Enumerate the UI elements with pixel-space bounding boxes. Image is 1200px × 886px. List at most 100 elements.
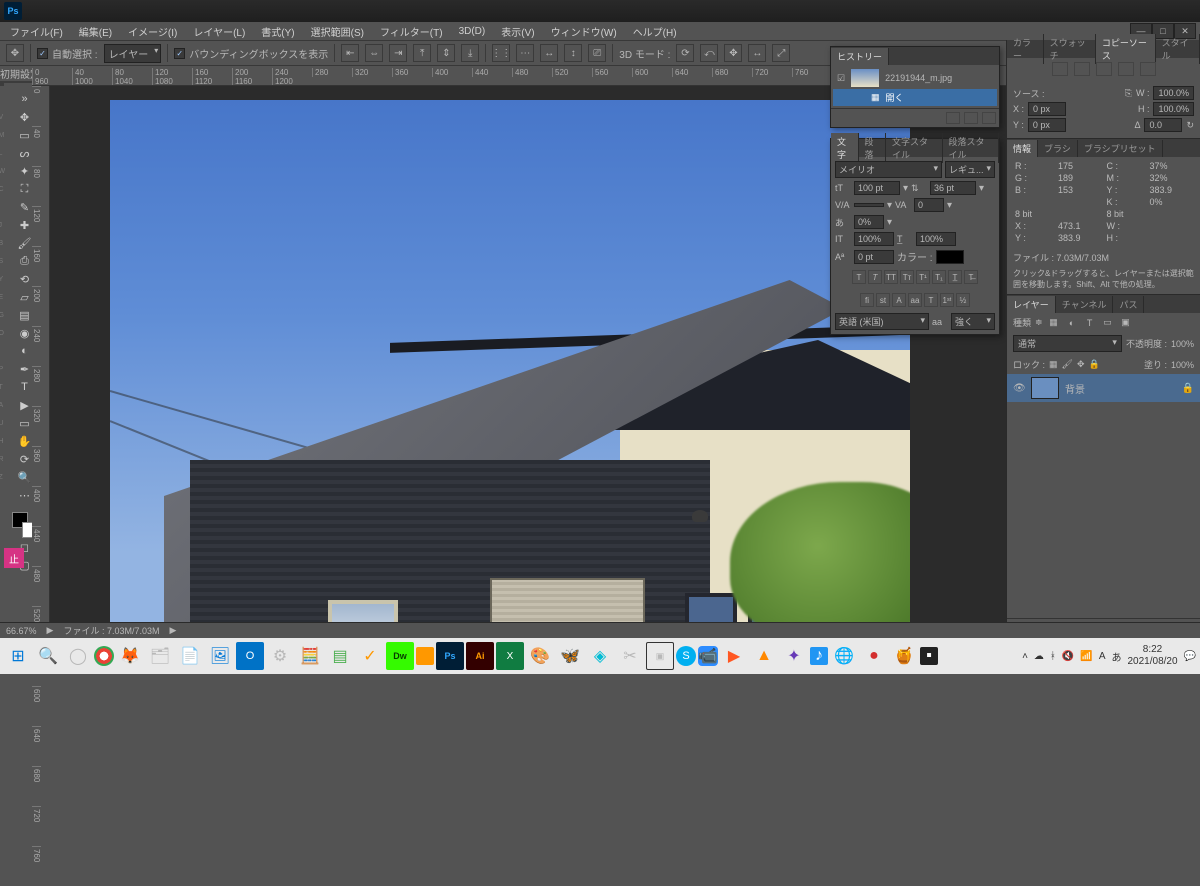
tsume-input[interactable]: 0% — [854, 215, 884, 229]
color-tab[interactable]: カラー — [1007, 34, 1044, 64]
font-family-dropdown[interactable]: メイリオ▾ — [835, 161, 942, 178]
para-style-tab[interactable]: 段落スタイル — [943, 133, 1000, 163]
skype-icon[interactable]: S — [676, 646, 696, 666]
layer-row[interactable]: 👁 背景 🔒 — [1007, 374, 1200, 402]
char-tab[interactable]: 文字 — [831, 133, 859, 163]
chrome-icon[interactable] — [94, 646, 114, 666]
filter-pixel-icon[interactable]: ▦ — [1047, 317, 1061, 329]
start-icon[interactable]: ⊞ — [4, 642, 32, 670]
bold-icon[interactable]: T — [852, 270, 866, 284]
baseline-input[interactable]: 0 pt — [854, 250, 894, 264]
x-input[interactable]: 0 px — [1028, 102, 1066, 116]
ruler-vertical[interactable]: 0408012016020024028032036040044048052056… — [32, 86, 50, 638]
kerning-input[interactable] — [854, 203, 884, 207]
clone-source-2-icon[interactable] — [1074, 62, 1090, 76]
history-step[interactable]: ▦ 開く — [833, 89, 997, 106]
clone-source-4-icon[interactable] — [1118, 62, 1134, 76]
outlook-icon[interactable]: O — [236, 642, 264, 670]
search-icon[interactable]: 🔍 — [34, 642, 62, 670]
font-size-input[interactable]: 100 pt — [854, 181, 900, 195]
style-tab[interactable]: スタイル — [1156, 34, 1200, 64]
tray-chevron-icon[interactable]: ˄ — [1022, 651, 1028, 662]
snip-icon[interactable]: ✂ — [616, 642, 644, 670]
ot-t1-icon[interactable]: T — [924, 293, 938, 307]
layers-tab[interactable]: レイヤー — [1007, 296, 1056, 313]
ot-frac-icon[interactable]: ½ — [956, 293, 970, 307]
explorer-icon[interactable]: 🗂 — [146, 642, 174, 670]
illustrator-icon[interactable]: Ai — [466, 642, 494, 670]
smallcaps-icon[interactable]: Tᴛ — [900, 270, 914, 284]
clone-source-1-icon[interactable] — [1052, 62, 1068, 76]
task-view-icon[interactable]: ◯ — [64, 642, 92, 670]
distribute-spacing-h-icon[interactable]: ↔ — [540, 44, 558, 62]
menu-file[interactable]: ファイル(F) — [4, 22, 69, 41]
notepad-icon[interactable]: 📄 — [176, 642, 204, 670]
w-input[interactable]: 100.0% — [1153, 86, 1194, 100]
info-tab[interactable]: 情報 — [1007, 140, 1038, 157]
ot-st-icon[interactable]: st — [876, 293, 890, 307]
tray-volume-icon[interactable]: 🔇 — [1062, 651, 1074, 662]
delete-icon[interactable] — [982, 112, 996, 124]
opacity-input[interactable]: 100% — [1171, 339, 1194, 349]
auto-select-checkbox[interactable]: ✓ 自動選択 : — [37, 46, 98, 61]
char-style-tab[interactable]: 文字スタイル — [886, 133, 943, 163]
filter-shape-icon[interactable]: ▭ — [1101, 317, 1115, 329]
distribute-v-icon[interactable]: ⋯ — [516, 44, 534, 62]
record-icon[interactable]: ● — [860, 642, 888, 670]
reset-icon[interactable]: ↻ — [1186, 120, 1194, 131]
3d-pan-icon[interactable]: ✥ — [724, 44, 742, 62]
character-panel[interactable]: 文字 段落 文字スタイル 段落スタイル メイリオ▾ レギュ...▾ tT 100… — [830, 138, 1000, 335]
notification-icon[interactable]: 💬 — [1184, 651, 1196, 662]
superscript-icon[interactable]: T¹ — [916, 270, 930, 284]
align-center-v-icon[interactable]: ⇕ — [437, 44, 455, 62]
filter-type-icon[interactable]: T — [1083, 317, 1097, 329]
clock[interactable]: 8:22 2021/08/20 — [1127, 644, 1177, 668]
clone-source-5-icon[interactable] — [1140, 62, 1156, 76]
h-input[interactable]: 100.0% — [1153, 102, 1194, 116]
blend-mode-dropdown[interactable]: 通常▾ — [1013, 335, 1122, 352]
zoom-level[interactable]: 66.67% — [6, 626, 37, 636]
menu-select[interactable]: 選択範囲(S) — [305, 22, 370, 41]
leading-input[interactable]: 36 pt — [930, 181, 976, 195]
photoshop-icon[interactable]: Ps — [436, 642, 464, 670]
menu-layer[interactable]: レイヤー(L) — [187, 22, 251, 41]
vlc-icon[interactable]: ▲ — [750, 642, 778, 670]
clone-source-3-icon[interactable] — [1096, 62, 1112, 76]
app-icon[interactable]: ◈ — [586, 642, 614, 670]
canvas[interactable] — [110, 100, 910, 632]
sublime-icon[interactable] — [416, 647, 434, 665]
distribute-spacing-v-icon[interactable]: ↕ — [564, 44, 582, 62]
distribute-h-icon[interactable]: ⋮⋮ — [492, 44, 510, 62]
3d-scale-icon[interactable]: ⤢ — [772, 44, 790, 62]
music-icon[interactable]: ♪ — [810, 647, 828, 665]
strike-icon[interactable]: T̶ — [964, 270, 978, 284]
auto-align-icon[interactable]: ⎚ — [588, 44, 606, 62]
antialias-dropdown[interactable]: 強く▾ — [951, 313, 995, 330]
calculator-icon[interactable]: 🧮 — [296, 642, 324, 670]
menu-filter[interactable]: フィルター(T) — [374, 22, 449, 41]
text-color-swatch[interactable] — [936, 250, 964, 264]
filter-smart-icon[interactable]: ▣ — [1119, 317, 1133, 329]
h-scale-input[interactable]: 100% — [916, 232, 956, 246]
history-tab[interactable]: ヒストリー — [831, 48, 889, 65]
auto-select-target-dropdown[interactable]: レイヤー — [104, 44, 162, 63]
paragraph-tab[interactable]: 段落 — [859, 133, 887, 163]
align-top-icon[interactable]: ⤒ — [413, 44, 431, 62]
align-left-icon[interactable]: ⇤ — [341, 44, 359, 62]
subscript-icon[interactable]: T₁ — [932, 270, 946, 284]
tray-ime2-icon[interactable]: あ — [1111, 649, 1121, 664]
font-style-dropdown[interactable]: レギュ...▾ — [945, 161, 995, 178]
app3-icon[interactable]: 🍯 — [890, 642, 918, 670]
lock-transparent-icon[interactable]: ▦ — [1049, 359, 1058, 370]
brush-tab[interactable]: ブラシ — [1038, 140, 1078, 157]
tray-cloud-icon[interactable]: ☁ — [1034, 651, 1044, 662]
history-panel[interactable]: ヒストリー ☑ 22191944_m.jpg ▦ 開く — [830, 46, 1000, 128]
terminal-icon[interactable]: ▪ — [920, 647, 938, 665]
lock-position-icon[interactable]: ✥ — [1077, 359, 1085, 370]
excel-icon[interactable]: X — [496, 642, 524, 670]
italic-icon[interactable]: T — [868, 270, 882, 284]
menu-image[interactable]: イメージ(I) — [122, 22, 183, 41]
channels-tab[interactable]: チャンネル — [1056, 296, 1114, 313]
angle-input[interactable]: 0.0 — [1144, 118, 1182, 132]
align-center-h-icon[interactable]: ⇔ — [365, 44, 383, 62]
